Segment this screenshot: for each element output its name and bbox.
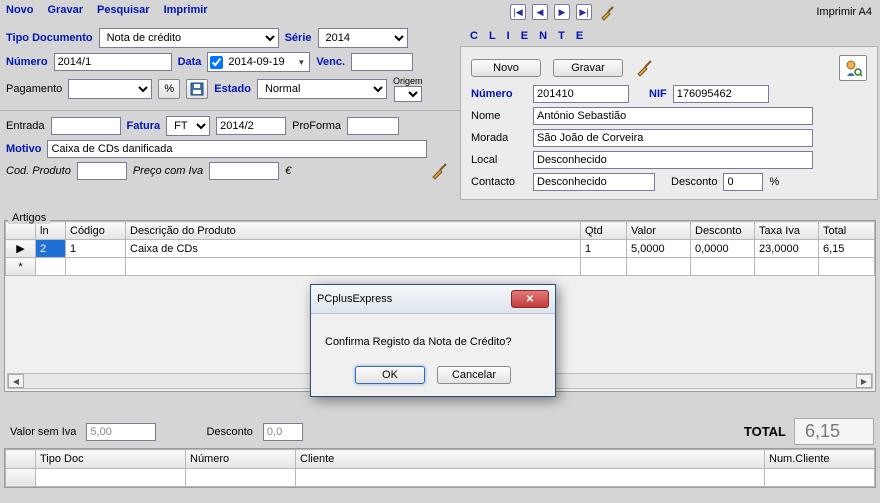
dialog-message: Confirma Registo da Nota de Crédito? <box>311 314 555 356</box>
ok-button[interactable]: OK <box>355 366 425 384</box>
dialog-backdrop: PCplusExpress ✕ Confirma Registo da Nota… <box>0 0 880 503</box>
grid-title: Artigos <box>8 212 50 224</box>
close-icon[interactable]: ✕ <box>511 290 549 308</box>
confirm-dialog: PCplusExpress ✕ Confirma Registo da Nota… <box>310 284 556 397</box>
dialog-title: PCplusExpress <box>317 293 392 305</box>
cancel-button[interactable]: Cancelar <box>437 366 511 384</box>
